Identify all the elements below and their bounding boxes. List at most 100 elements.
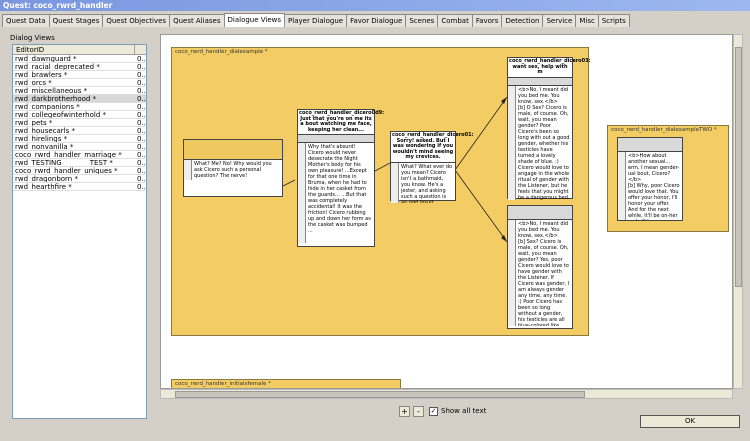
topic-node-text: <b>How about another sexual... erm, I me…: [626, 152, 682, 220]
list-item[interactable]: rwd_pets * 0...: [13, 119, 146, 127]
zoom-out-button[interactable]: -: [413, 406, 424, 417]
list-item[interactable]: rwd_orcs * 0...: [13, 79, 146, 87]
list-item-formid: 0...: [137, 95, 146, 102]
topic-node-body: <b>No, I meant did you bed me. You know,…: [508, 220, 572, 326]
topic-node-5[interactable]: <b>No, I meant did you bed me. You know,…: [507, 205, 573, 329]
topic-node-prompt: coco_rwrd_handler_dicero0d9: Just that y…: [298, 110, 384, 135]
link-arrow: [454, 169, 508, 243]
dialogue-view-canvas[interactable]: coco_rwrd_handler_dialexample * coco_rwr…: [160, 34, 733, 389]
list-item-formid: 0...: [137, 103, 146, 110]
node-gutter: [508, 220, 516, 326]
link-arrow: [282, 179, 296, 187]
list-item-formid: 0...: [137, 87, 146, 94]
topic-node-body: <b>How about another sexual... erm, I me…: [618, 152, 682, 220]
show-all-text-checkbox[interactable]: ✓: [429, 407, 438, 416]
horizontal-scroll-thumb[interactable]: [175, 391, 585, 398]
topic-node-text: Why that's absurd! Cicero would never de…: [308, 144, 371, 234]
list-item-formid: 0...: [137, 151, 146, 158]
topic-node-header: [184, 140, 282, 160]
node-gutter: [618, 152, 626, 220]
tab-favors[interactable]: Favors: [471, 14, 503, 27]
list-item-editorid: rwd_nonvanilla *: [15, 143, 74, 150]
tab-combat[interactable]: Combat: [437, 14, 473, 27]
topic-node-response-2: [b] O Sex? Cicero is male, of course. Oh…: [518, 104, 570, 200]
node-separator: [508, 77, 572, 86]
list-item-formid: 0...: [137, 119, 146, 126]
list-item-editorid: rwd_brawlers *: [15, 71, 68, 78]
tab-quest-aliases[interactable]: Quest Aliases: [169, 14, 225, 27]
tab-quest-objectives[interactable]: Quest Objectives: [102, 14, 171, 27]
list-item-editorid: rwd_dragonborn *: [15, 175, 78, 182]
list-item-editorid: rwd_companions *: [15, 103, 80, 110]
tab-quest-stages[interactable]: Quest Stages: [48, 14, 104, 27]
list-item-selected[interactable]: rwd_darkbrotherhood * 0...: [13, 95, 146, 103]
topic-node-prompt: coco_rwrd_handler_dicero01: Sorry! asked…: [391, 132, 474, 163]
list-item[interactable]: rwd_hearthfire * 0...: [13, 183, 146, 191]
list-item[interactable]: rwd_nonvanilla * 0...: [13, 143, 146, 151]
list-item-formid: 0...: [137, 135, 146, 142]
list-item-editorid: coco_rwrd_handler_uniques *: [15, 167, 118, 174]
tab-misc[interactable]: Misc: [575, 14, 599, 27]
list-item-formid: 0...: [137, 63, 146, 70]
list-item[interactable]: rwd_collegeofwinterhold * 0...: [13, 111, 146, 119]
secondary-column-header[interactable]: [135, 45, 146, 54]
tab-scenes[interactable]: Scenes: [405, 14, 439, 27]
topic-node-text: <b>No, I meant did you bed me. You know,…: [516, 220, 572, 326]
list-item-formid: 0...: [137, 55, 146, 62]
topic-node-body: <b>No, I meant did you bed me. You know,…: [508, 85, 572, 200]
topic-node-body: What? What ever do you mean? Cicero isn'…: [391, 162, 455, 203]
topic-node-text: <b>No, I meant did you bed me. You know,…: [516, 86, 572, 200]
dialog-views-list[interactable]: EditorID rwd_dawnguard * 0... rwd_racial_…: [12, 44, 147, 419]
list-item[interactable]: rwd_miscellaneous * 0...: [13, 87, 146, 95]
editorid-column-header[interactable]: EditorID: [13, 45, 135, 54]
list-item[interactable]: rwd_TESTING________TEST * 0...: [13, 159, 146, 167]
canvas-horizontal-scrollbar[interactable]: [160, 389, 733, 399]
window-title: Quest: coco_rwrd_handler: [0, 0, 750, 11]
topic-node-4[interactable]: coco_rwrd_handler_dicero03: want sex, he…: [507, 57, 591, 200]
list-header: EditorID: [13, 45, 146, 55]
list-item-editorid: rwd_dawnguard *: [15, 55, 77, 62]
node-gutter: [508, 85, 516, 200]
list-item[interactable]: rwd_companions * 0...: [13, 103, 146, 111]
list-item-formid: 0...: [137, 111, 146, 118]
tab-quest-data[interactable]: Quest Data: [2, 14, 50, 27]
topic-node-1[interactable]: What? Me? No! Why would you ask Cicero s…: [183, 139, 283, 197]
tab-favor-dialogue[interactable]: Favor Dialogue: [346, 14, 407, 27]
list-item-formid: 0...: [137, 175, 146, 182]
topic-node-2[interactable]: coco_rwrd_handler_dicero0d9: Just that y…: [297, 109, 384, 247]
list-item-editorid: rwd_racial_deprecated *: [15, 63, 100, 70]
list-item[interactable]: coco_rwrd_handler_uniques * 0...: [13, 167, 146, 175]
ok-button[interactable]: OK: [640, 415, 740, 428]
tab-player-dialogue[interactable]: Player Dialogue: [284, 14, 348, 27]
list-item-editorid: rwd_collegeofwinterhold *: [15, 111, 106, 118]
canvas-vertical-scrollbar[interactable]: [733, 34, 743, 389]
zoom-in-button[interactable]: +: [399, 406, 410, 417]
tab-detection[interactable]: Detection: [501, 14, 544, 27]
tab-service[interactable]: Service: [542, 14, 577, 27]
list-item[interactable]: coco_rwrd_handler_marriage * 0...: [13, 151, 146, 159]
topic-node-response-1: <b>How about another sexual... erm, I me…: [628, 153, 680, 183]
list-item-formid: 0...: [137, 71, 146, 78]
list-item[interactable]: rwd_dragonborn * 0...: [13, 175, 146, 183]
list-item[interactable]: rwd_hirelings * 0...: [13, 135, 146, 143]
list-item[interactable]: rwd_housecarls * 0...: [13, 127, 146, 135]
vertical-scroll-thumb[interactable]: [735, 47, 742, 287]
list-item-formid: 0...: [137, 127, 146, 134]
list-item[interactable]: rwd_dawnguard * 0...: [13, 55, 146, 63]
tab-dialogue-views[interactable]: Dialogue Views: [223, 13, 286, 27]
topic-node-prompt: coco_rwrd_handler_dicero03: want sex, he…: [508, 58, 591, 78]
node-separator: [618, 138, 682, 152]
list-item[interactable]: rwd_racial_deprecated * 0...: [13, 63, 146, 71]
topic-node-response-1: <b>No, I meant did you bed me. You know,…: [518, 221, 569, 239]
tab-scripts[interactable]: Scripts: [597, 14, 630, 27]
list-item-editorid: coco_rwrd_handler_marriage *: [15, 151, 122, 158]
topic-node-text: What? Me? No! Why would you ask Cicero s…: [194, 161, 272, 179]
list-item-editorid: rwd_hirelings *: [15, 135, 68, 142]
topic-node-3[interactable]: coco_rwrd_handler_dicero01: Sorry! asked…: [390, 131, 474, 203]
topic-node-response-1: <b>No, I meant did you bed me. You know,…: [518, 86, 569, 105]
list-item-editorid: rwd_miscellaneous *: [15, 87, 88, 94]
topic-node-6[interactable]: <b>How about another sexual... erm, I me…: [617, 137, 683, 221]
list-item-formid: 0...: [137, 183, 146, 190]
list-item-formid: 0...: [137, 79, 146, 86]
list-item[interactable]: rwd_brawlers * 0...: [13, 71, 146, 79]
